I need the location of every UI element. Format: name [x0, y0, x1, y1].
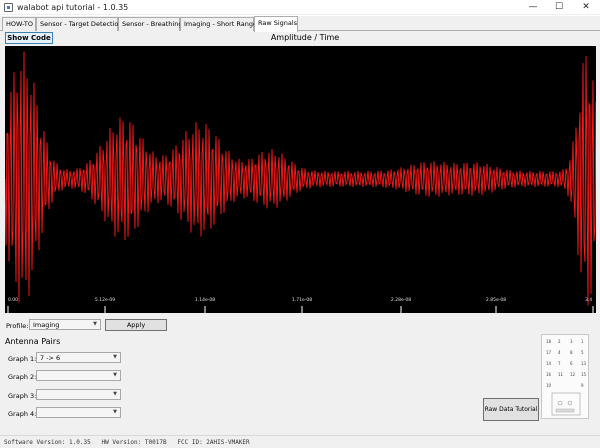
x-tick-label: 2.85e-08 [485, 298, 507, 303]
graph-3-select[interactable]: ▼ [36, 389, 121, 400]
maximize-button[interactable]: ☐ [548, 0, 570, 15]
x-tick-label: 0.00 [8, 298, 19, 303]
apply-button[interactable]: Apply [105, 319, 167, 331]
antenna-pairs-title: Antenna Pairs [5, 337, 61, 346]
chevron-down-icon: ▼ [93, 321, 97, 327]
profile-select-value: Imaging [33, 321, 60, 329]
amplitude-time-plot: 0.00 5.12e-09 1.14e-08 1.71e-08 2.28e-08… [5, 46, 596, 313]
close-button[interactable]: ✕ [575, 0, 597, 15]
board-outline-icon [551, 392, 581, 416]
x-tick-label: 1.71e-08 [291, 298, 313, 303]
profile-select[interactable]: Imaging ▼ [29, 319, 101, 330]
graph-1-select[interactable]: 7 -> 6 ▼ [36, 352, 121, 363]
profile-label: Profile: [6, 322, 29, 330]
status-bar: Software Version: 1.0.35 HW Version: T00… [0, 435, 600, 448]
graph-2-label: Graph 2: [8, 373, 37, 381]
graph-1-value: 7 -> 6 [40, 354, 61, 362]
window-title: walabot api tutorial - 1.0.35 [17, 3, 129, 12]
signal-waveform [5, 51, 596, 313]
graph-4-select[interactable]: ▼ [36, 407, 121, 418]
antenna-layout-diagram: 18 2 3 1 17 4 8 5 14 7 6 13 16 11 12 15 … [541, 334, 589, 419]
chart-title: Amplitude / Time [270, 33, 340, 42]
graph-4-label: Graph 4: [8, 410, 37, 418]
chevron-down-icon: ▼ [113, 372, 117, 378]
graph-2-select[interactable]: ▼ [36, 370, 121, 381]
tab-target-detection[interactable]: Sensor - Target Detection [36, 17, 123, 31]
tab-breathing[interactable]: Sensor - Breathing [118, 17, 182, 31]
app-icon [4, 3, 13, 12]
signal-trace [5, 51, 596, 306]
x-tick-label: 5.12e-09 [94, 298, 116, 303]
chevron-down-icon: ▼ [113, 354, 117, 360]
chevron-down-icon: ▼ [113, 409, 117, 415]
x-tick-label: 1.14e-08 [194, 298, 216, 303]
tab-raw-signals[interactable]: Raw Signals [254, 16, 298, 32]
x-tick-label: 3.4 [585, 298, 593, 303]
tab-imaging-short-range[interactable]: Imaging - Short Range [180, 17, 257, 31]
chevron-down-icon: ▼ [113, 391, 117, 397]
raw-data-tutorial-button[interactable]: Raw Data Tutorial [483, 398, 539, 421]
show-code-button[interactable]: Show Code [5, 32, 53, 44]
window-titlebar: walabot api tutorial - 1.0.35 — ☐ ✕ [0, 0, 600, 15]
raw-signals-panel: Show Code Amplitude / Time 0.00 5.12e-09… [0, 31, 600, 435]
graph-1-label: Graph 1: [8, 355, 37, 363]
x-tick-label: 2.28e-08 [390, 298, 412, 303]
graph-3-label: Graph 3: [8, 392, 37, 400]
tab-strip: HOW-TO Sensor - Target Detection Sensor … [0, 16, 600, 32]
tab-how-to[interactable]: HOW-TO [2, 17, 36, 31]
minimize-button[interactable]: — [522, 0, 544, 15]
